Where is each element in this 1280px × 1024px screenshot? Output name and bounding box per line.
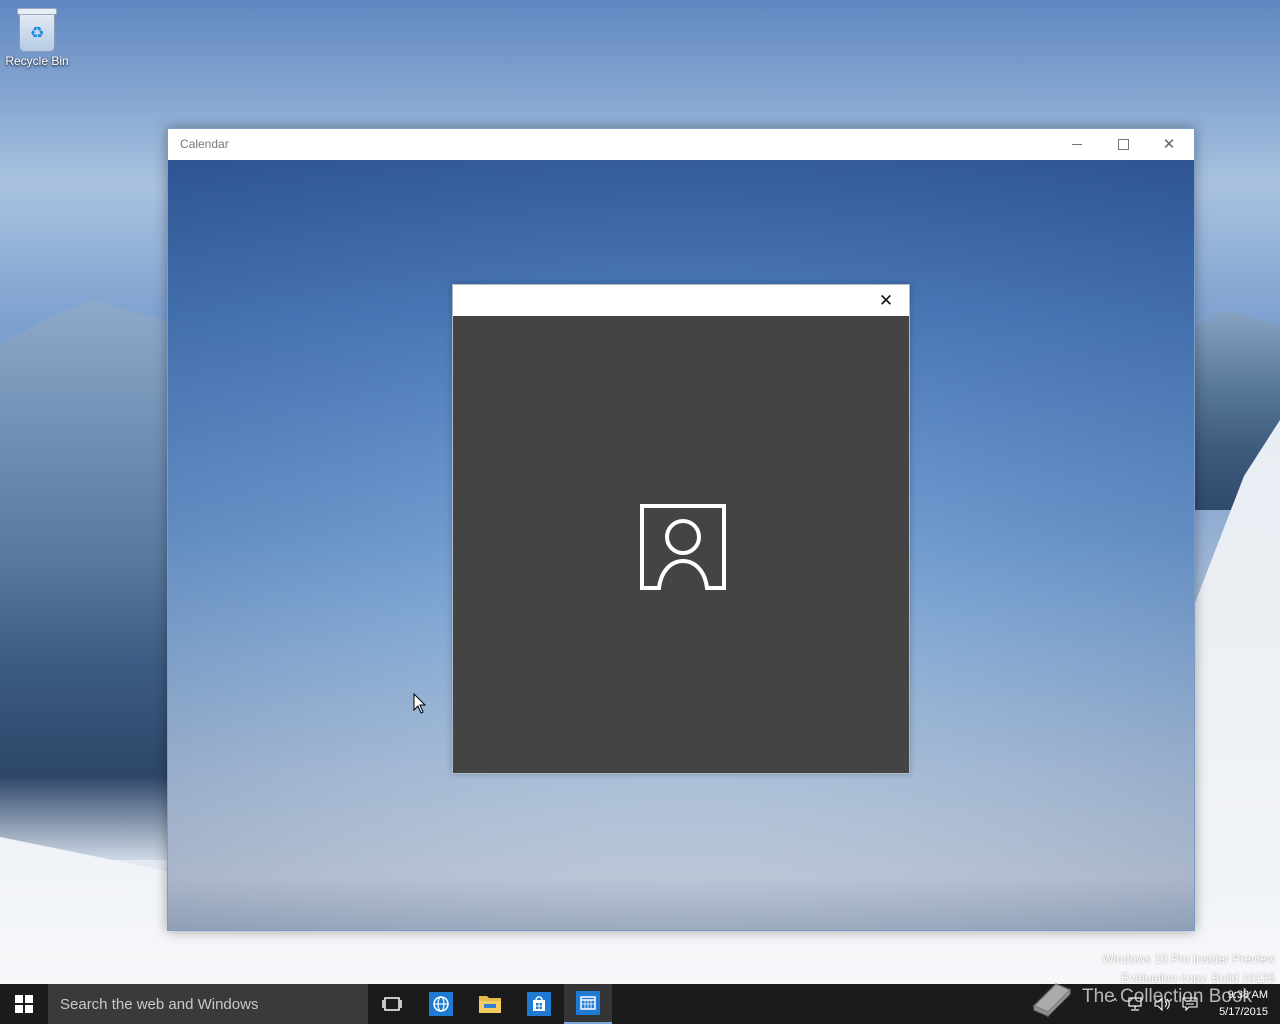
book-logo-icon xyxy=(1032,983,1072,1018)
maximize-button[interactable] xyxy=(1100,129,1146,160)
window-title: Calendar xyxy=(180,137,229,151)
desktop-wallpaper-mountain-left xyxy=(0,300,170,860)
search-input[interactable]: Search the web and Windows xyxy=(48,984,368,1024)
mouse-cursor-icon xyxy=(413,693,427,714)
dialog-body xyxy=(453,316,909,773)
maximize-icon xyxy=(1117,139,1129,150)
taskbar-file-explorer[interactable] xyxy=(466,984,514,1024)
close-icon: ✕ xyxy=(1162,135,1176,153)
recycle-bin-shortcut[interactable]: ♻ Recycle Bin xyxy=(4,6,70,68)
watermark-edition: Windows 10 Pro Insider Preview xyxy=(1102,952,1275,966)
taskbar-calendar[interactable] xyxy=(564,984,612,1024)
recycle-bin-label: Recycle Bin xyxy=(5,54,69,68)
taskbar-internet-explorer[interactable] xyxy=(417,984,465,1024)
dialog-header: ✕ xyxy=(453,285,909,316)
account-icon xyxy=(640,504,726,590)
task-view-button[interactable] xyxy=(368,984,416,1024)
task-view-icon xyxy=(382,997,402,1011)
dialog-close-button[interactable]: ✕ xyxy=(869,288,903,314)
search-placeholder: Search the web and Windows xyxy=(60,995,259,1013)
start-button[interactable] xyxy=(0,984,48,1024)
calendar-icon xyxy=(576,991,600,1015)
close-icon: ✕ xyxy=(878,291,894,311)
collection-book-watermark: The Collection Book xyxy=(1030,976,1252,1018)
collection-book-text: The Collection Book xyxy=(1082,986,1253,1007)
internet-explorer-icon xyxy=(429,992,453,1016)
window-titlebar[interactable]: Calendar ✕ xyxy=(168,129,1194,160)
minimize-icon xyxy=(1072,144,1082,145)
recycle-bin-icon: ♻ xyxy=(17,8,57,52)
windows-logo-icon xyxy=(15,995,33,1013)
close-window-button[interactable]: ✕ xyxy=(1146,129,1192,160)
taskbar-store[interactable] xyxy=(515,984,563,1024)
file-explorer-icon xyxy=(479,996,501,1013)
minimize-button[interactable] xyxy=(1054,129,1100,160)
account-dialog: ✕ xyxy=(452,284,910,774)
store-icon xyxy=(527,992,551,1016)
